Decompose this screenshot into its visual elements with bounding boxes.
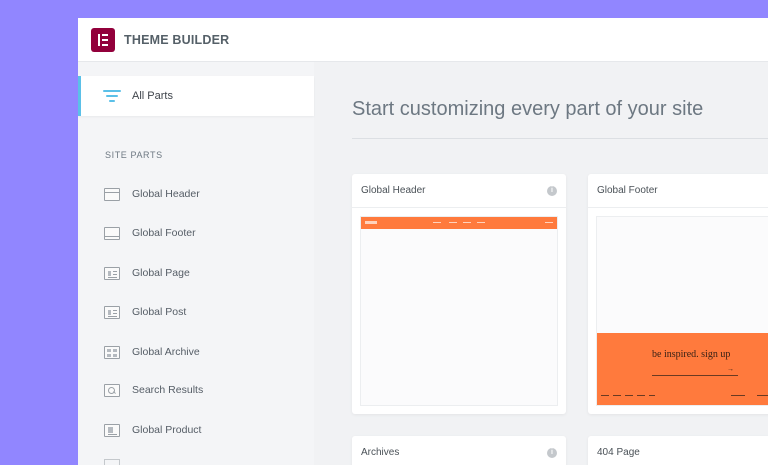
page-title: Start customizing every part of your sit…: [352, 98, 704, 120]
sidebar-item-label: Global Footer: [132, 227, 196, 239]
main-content: Start customizing every part of your sit…: [314, 62, 768, 465]
elementor-logo-icon: [91, 27, 115, 52]
search-results-icon: [104, 383, 120, 397]
card-global-footer[interactable]: Global Footer be inspired. sign up →: [588, 174, 768, 414]
header-preview-bar: [361, 217, 557, 229]
card-header: Archives i: [352, 436, 566, 465]
sidebar: All Parts SITE PARTS Global Header Globa…: [78, 62, 314, 465]
card-archives[interactable]: Archives i: [352, 436, 566, 465]
card-preview: [360, 216, 558, 406]
footer-preview-block: be inspired. sign up →: [597, 333, 768, 405]
info-icon[interactable]: i: [547, 448, 557, 458]
theme-builder-window: THEME BUILDER All Parts SITE PARTS Globa…: [78, 18, 768, 465]
sidebar-item-label: Global Archive: [132, 346, 200, 358]
sidebar-item-global-archive[interactable]: Global Archive: [104, 342, 200, 362]
footer-preview-text: be inspired. sign up: [652, 349, 731, 360]
sidebar-item-partial-icon: [104, 459, 120, 465]
page-layout-icon: [104, 266, 120, 280]
sidebar-item-global-header[interactable]: Global Header: [104, 184, 200, 204]
sidebar-item-label: All Parts: [132, 90, 173, 102]
card-title: 404 Page: [597, 447, 640, 458]
product-layout-icon: [104, 423, 120, 437]
sidebar-item-global-page[interactable]: Global Page: [104, 263, 190, 283]
top-bar: THEME BUILDER: [78, 18, 768, 62]
info-icon[interactable]: i: [547, 186, 557, 196]
footer-layout-icon: [104, 226, 120, 240]
sidebar-item-global-product[interactable]: Global Product: [104, 420, 201, 440]
archive-layout-icon: [104, 345, 120, 359]
card-header: Global Footer: [588, 174, 768, 208]
sidebar-item-label: Global Product: [132, 424, 202, 436]
card-global-header[interactable]: Global Header i: [352, 174, 566, 414]
sidebar-item-label: Global Header: [132, 188, 200, 200]
section-title: SITE PARTS: [105, 150, 163, 160]
sidebar-item-label: Search Results: [132, 384, 204, 396]
sidebar-item-all-parts[interactable]: All Parts: [78, 76, 314, 116]
filter-icon: [103, 89, 121, 103]
card-title: Archives: [361, 447, 400, 458]
card-title: Global Header: [361, 185, 426, 196]
card-header: Global Header i: [352, 174, 566, 208]
card-preview: be inspired. sign up →: [596, 216, 768, 406]
title-divider: [352, 138, 768, 139]
sidebar-item-global-footer[interactable]: Global Footer: [104, 223, 196, 243]
post-layout-icon: [104, 305, 120, 319]
arrow-right-icon: →: [727, 366, 734, 373]
sidebar-item-search-results[interactable]: Search Results: [104, 380, 203, 400]
sidebar-item-global-post[interactable]: Global Post: [104, 302, 186, 322]
card-header: 404 Page: [588, 436, 768, 465]
card-title: Global Footer: [597, 185, 658, 196]
header-layout-icon: [104, 187, 120, 201]
sidebar-item-label: Global Page: [132, 267, 190, 279]
sidebar-item-label: Global Post: [132, 306, 187, 318]
card-404-page[interactable]: 404 Page: [588, 436, 768, 465]
app-title: THEME BUILDER: [124, 32, 230, 47]
